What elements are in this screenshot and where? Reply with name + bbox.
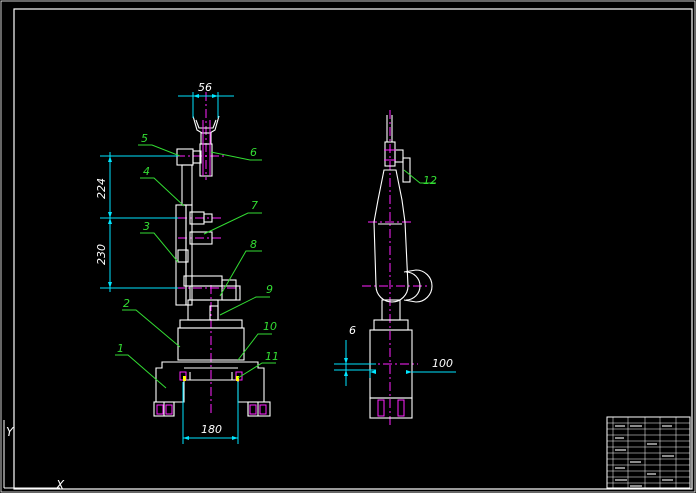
part-label-8: 8 [250, 238, 257, 251]
part-label-6: 6 [250, 146, 257, 159]
part-label-1: 1 [117, 342, 124, 355]
dim-side-small: 6 [349, 324, 356, 337]
part-label-12: 12 [423, 174, 437, 187]
part-label-7: 7 [251, 199, 258, 212]
part-label-3: 3 [143, 220, 150, 233]
dim-base-width: 180 [201, 423, 222, 436]
part-label-11: 11 [265, 350, 279, 363]
part-label-5: 5 [141, 132, 148, 145]
dim-side-width: 100 [432, 357, 453, 370]
cad-drawing-canvas[interactable]: 56 224 230 180 5 4 3 2 1 6 7 8 9 10 11 6… [0, 0, 696, 493]
ucs-x-label: X [55, 478, 65, 492]
dim-top-width: 56 [198, 81, 212, 94]
dim-lower-height: 230 [95, 244, 108, 265]
part-label-10: 10 [263, 320, 277, 333]
part-label-4: 4 [143, 165, 150, 178]
part-label-2: 2 [123, 297, 130, 310]
dim-upper-height: 224 [95, 178, 108, 199]
part-label-9: 9 [266, 283, 273, 296]
